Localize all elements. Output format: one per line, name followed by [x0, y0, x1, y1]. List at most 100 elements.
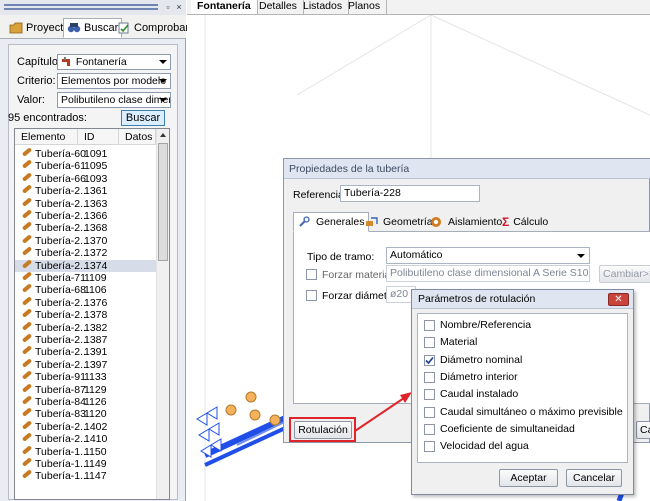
cambiar-button[interactable]: Cambiar>> — [599, 265, 650, 283]
cancel-button[interactable]: Cancelar — [566, 469, 622, 487]
accept-button[interactable]: Aceptar — [499, 469, 558, 487]
pipe-icon — [21, 184, 33, 194]
tipo-tramo-select[interactable]: Automático — [386, 247, 590, 264]
list-item[interactable]: Tubería-2... 1374 — [15, 258, 156, 272]
material-input[interactable]: Polibutileno clase dimensional A Serie S… — [386, 265, 590, 282]
list-item[interactable]: Tubería-2... 1370 — [15, 234, 156, 247]
pipe-icon — [21, 258, 33, 269]
list-item-id: 1366 — [84, 210, 108, 222]
wrench-icon — [298, 216, 312, 228]
pipe-icon — [21, 333, 33, 343]
list-item[interactable]: Tubería-87 1129 — [15, 382, 156, 396]
list-item[interactable]: Tubería-2... 1397 — [15, 358, 156, 371]
tab-label: Comprobar — [134, 22, 190, 34]
option-checkbox[interactable] — [424, 354, 435, 366]
capitulo-select[interactable]: Fontanería — [57, 54, 171, 70]
list-item-id: 1382 — [84, 321, 108, 334]
list-item-name: Tubería-68 — [35, 284, 86, 297]
search-button[interactable]: Buscar — [121, 110, 165, 126]
list-item[interactable]: Tubería-2... 1387 — [15, 333, 156, 346]
list-item-id: 1372 — [84, 247, 108, 260]
close-icon[interactable]: × — [175, 3, 183, 12]
criterio-select[interactable]: Elementos por modelo — [57, 73, 171, 89]
list-item[interactable]: Tubería-84 1126 — [15, 395, 156, 408]
tab-calculo[interactable]: Σ Cálculo — [498, 212, 552, 232]
column-header-id[interactable]: ID — [78, 129, 119, 145]
option-checkbox[interactable] — [424, 371, 435, 383]
titlebar-grip[interactable] — [4, 4, 158, 6]
chevron-down-icon[interactable] — [159, 79, 167, 83]
close-icon[interactable]: ✕ — [608, 293, 629, 306]
results-list[interactable]: Elemento ID Datos Tubería-60 1091 Tubería-… — [14, 128, 170, 500]
option-label: Material — [440, 336, 478, 349]
list-item[interactable]: Tubería-60 1091 — [15, 147, 156, 160]
option-checkbox[interactable] — [424, 337, 435, 349]
list-item[interactable]: Tubería-2... 1402 — [15, 420, 156, 433]
valor-label: Valor: — [17, 94, 45, 106]
list-item-name: Tubería-1... — [35, 445, 89, 458]
chevron-down-icon[interactable] — [159, 98, 167, 102]
properties-tabbar: Generales Geometría Aislamiento Σ Cálcul… — [293, 212, 650, 232]
list-item-id: 1093 — [84, 172, 108, 185]
labeling-options-list: Nombre/Referencia Material Diámetro nomina… — [417, 313, 628, 463]
cancel-button[interactable]: Ca — [636, 421, 650, 439]
capitulo-label: Capítulo: — [17, 56, 62, 68]
panel-titlebar: ▫ × — [0, 0, 186, 15]
option-checkbox[interactable] — [424, 406, 435, 418]
option-checkbox[interactable] — [424, 389, 435, 401]
list-item[interactable]: Tubería-83 1120 — [15, 407, 156, 420]
list-item-id: 1106 — [84, 284, 107, 297]
list-item-name: Tubería-2... — [35, 185, 89, 198]
pipe-icon — [21, 395, 33, 405]
restore-icon[interactable]: ▫ — [164, 3, 172, 12]
list-item[interactable]: Tubería-2... 1372 — [15, 246, 156, 260]
pipe-icon — [21, 209, 33, 219]
tab-fontaneria[interactable]: Fontanería — [191, 0, 258, 14]
column-header-datos[interactable]: Datos — [119, 129, 156, 145]
pipe-icon — [21, 320, 33, 331]
list-item[interactable]: Tubería-1... 1150 — [15, 444, 156, 458]
tab-planos[interactable]: Planos — [342, 0, 388, 14]
forzar-diametro-checkbox[interactable] — [306, 290, 317, 301]
list-item[interactable]: Tubería-61 1095 — [15, 159, 156, 173]
referencia-input[interactable]: Tubería-228 — [340, 185, 480, 202]
list-item[interactable]: Tubería-1... 1149 — [15, 457, 156, 470]
forzar-material-checkbox[interactable] — [306, 269, 317, 280]
scroll-up-icon[interactable] — [160, 133, 166, 137]
document-tabbar: Fontanería Detalles Listados Planos — [187, 0, 650, 15]
list-item-id: 1391 — [84, 346, 108, 359]
forzar-material-label: Forzar material: — [322, 269, 396, 281]
valor-select[interactable]: Polibutileno clase dimensior — [57, 92, 171, 108]
list-item[interactable]: Tubería-2... 1366 — [15, 209, 156, 222]
list-item[interactable]: Tubería-66 1093 — [15, 172, 156, 185]
tab-generales[interactable]: Generales — [293, 212, 370, 232]
list-item[interactable]: Tubería-2... 1378 — [15, 308, 156, 321]
list-item[interactable]: Tubería-2... 1391 — [15, 345, 156, 359]
list-item[interactable]: Tubería-2... 1361 — [15, 184, 156, 198]
pipe-icon — [21, 221, 33, 232]
option-checkbox[interactable] — [424, 441, 435, 453]
list-item[interactable]: Tubería-2... 1376 — [15, 296, 156, 309]
list-item[interactable]: Tubería-2... 1368 — [15, 221, 156, 234]
capitulo-value: Fontanería — [75, 56, 127, 68]
tab-label: Cálculo — [513, 216, 549, 228]
list-item-id: 1147 — [84, 470, 107, 483]
list-item[interactable]: Tubería-68 1106 — [15, 283, 156, 297]
chevron-down-icon[interactable] — [159, 60, 167, 64]
option-checkbox[interactable] — [424, 423, 435, 435]
list-item[interactable]: Tubería-71 1109 — [15, 271, 156, 284]
option-checkbox[interactable] — [424, 320, 435, 331]
tab-aislamiento[interactable]: Aislamiento — [426, 212, 506, 232]
scrollbar-thumb[interactable] — [158, 143, 168, 261]
list-item-name: Tubería-61 — [35, 160, 86, 173]
column-header-elemento[interactable]: Elemento — [15, 129, 78, 145]
list-item[interactable]: Tubería-2... 1382 — [15, 320, 156, 334]
list-item[interactable]: Tubería-91 1133 — [15, 370, 156, 383]
list-item[interactable]: Tubería-2... 1363 — [15, 196, 156, 210]
chevron-down-icon[interactable] — [577, 254, 585, 258]
titlebar-grip[interactable] — [4, 8, 158, 10]
list-item-name: Tubería-84 — [35, 396, 86, 408]
list-item[interactable]: Tubería-2... 1410 — [15, 432, 156, 445]
list-item[interactable]: Tubería-1... 1147 — [15, 469, 156, 483]
tab-comprobar[interactable]: Comprobar — [114, 18, 192, 38]
